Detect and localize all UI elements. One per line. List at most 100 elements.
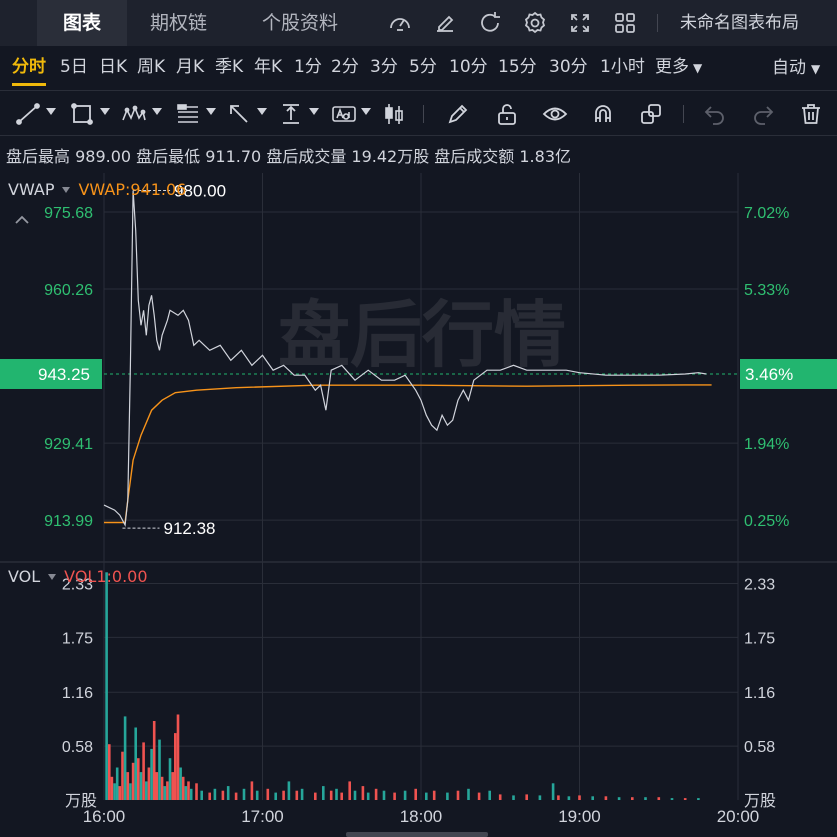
volume-bar: [617, 797, 621, 800]
volume-bar: [274, 792, 277, 800]
volume-bar: [187, 781, 190, 800]
volume-bar: [670, 798, 674, 800]
volume-bar: [137, 758, 140, 800]
volume-bar: [366, 792, 370, 800]
volume-bar: [134, 727, 137, 800]
volume-bar: [432, 790, 436, 800]
volume-bar: [322, 786, 325, 800]
volume-bar: [174, 733, 177, 800]
volume-legend[interactable]: VOL VOL1:0.00: [8, 567, 148, 586]
volume-bar: [110, 776, 114, 800]
watermark-text: 盘后行情: [278, 293, 566, 377]
volume-bar: [123, 716, 127, 800]
volume-bar: [213, 788, 217, 800]
volume-tick-label: 1.75: [62, 630, 93, 647]
time-tick-label: 16:00: [83, 807, 126, 826]
volume-bar: [184, 786, 188, 800]
volume-bar: [382, 790, 386, 800]
volume-bar: [129, 783, 132, 800]
collapse-chevron-icon[interactable]: [14, 210, 30, 224]
volume-bar: [374, 788, 378, 800]
volume-bar: [131, 762, 135, 800]
vwap-line: [104, 384, 712, 524]
volume-bar: [657, 797, 661, 800]
price-tick-label: 929.41: [44, 436, 93, 453]
volume-bar: [467, 788, 470, 800]
price-tick-label: 913.99: [44, 513, 93, 530]
volume-tick-label: 1.16: [62, 685, 93, 702]
low-marker-label: 912.38: [163, 519, 215, 538]
current-pct-label: 3.46%: [745, 365, 793, 384]
volume-bar: [234, 792, 238, 800]
volume-bar: [314, 792, 317, 800]
volume-bar: [446, 792, 449, 800]
volume-bar: [683, 798, 687, 800]
volume-bar: [208, 792, 211, 800]
price-tick-label: 960.26: [44, 282, 93, 299]
time-tick-label: 18:00: [400, 807, 443, 826]
current-price-label: 943.25: [38, 365, 90, 384]
volume-bar: [525, 794, 528, 800]
volume-tick-label-right: 0.58: [744, 739, 775, 756]
indicator-name: VOL: [8, 567, 41, 586]
vwap-legend[interactable]: VWAP VWAP:941.06: [8, 180, 186, 199]
volume-bar: [498, 794, 502, 800]
percent-tick-label: 0.25%: [744, 513, 789, 530]
volume-bar: [578, 795, 581, 800]
volume-bar: [160, 776, 164, 800]
volume-bar: [282, 790, 285, 800]
volume-bar: [168, 758, 172, 800]
time-tick-label: 17:00: [241, 807, 284, 826]
volume-bar: [108, 744, 111, 800]
volume-bar: [147, 767, 151, 800]
volume-bar: [538, 795, 542, 800]
volume-bar: [591, 796, 594, 800]
volume-tick-label: 0.58: [62, 739, 93, 756]
volume-bar: [113, 783, 116, 800]
volume-bar: [266, 788, 270, 800]
volume-bar: [166, 781, 169, 800]
scroll-handle[interactable]: [346, 832, 488, 837]
volume-bar: [340, 792, 343, 800]
volume-bar: [121, 751, 124, 800]
volume-bar: [139, 772, 143, 800]
volume-bar: [145, 781, 148, 800]
percent-tick-label: 7.02%: [744, 205, 789, 222]
volume-bar: [488, 790, 491, 800]
volume-bar: [295, 790, 299, 800]
volume-bar: [200, 790, 203, 800]
volume-bar: [250, 781, 254, 800]
volume-bar: [105, 572, 108, 800]
volume-bar: [255, 790, 259, 800]
volume-bar: [163, 786, 167, 800]
volume-bar: [221, 790, 225, 800]
volume-bar: [155, 772, 159, 800]
volume-bar: [335, 788, 338, 800]
volume-bar: [158, 739, 161, 800]
volume-bar: [393, 792, 396, 800]
volume-bar: [300, 788, 304, 800]
volume-bar: [644, 797, 647, 800]
volume-bar: [567, 796, 571, 800]
caret-down-icon[interactable]: [48, 574, 57, 580]
chart-area[interactable]: 975.68 7.02% 960.26 5.33% 929.41 1.94% 913.99 0…: [0, 0, 837, 837]
volume-tick-label-right: 1.16: [744, 685, 775, 702]
volume-bar: [604, 796, 608, 800]
percent-tick-label: 1.94%: [744, 436, 789, 453]
volume-bar: [126, 772, 130, 800]
volume-bar: [361, 786, 365, 800]
vwap-value: VWAP:941.06: [78, 180, 187, 199]
volume-bar: [152, 721, 156, 800]
time-tick-label: 20:00: [717, 807, 760, 826]
caret-down-icon[interactable]: [62, 187, 71, 193]
volume-bar: [118, 786, 122, 800]
volume-bar: [242, 788, 246, 800]
volume-bar: [142, 742, 145, 800]
percent-tick-label: 5.33%: [744, 282, 789, 299]
volume-bar: [512, 795, 515, 800]
volume-bar: [181, 776, 185, 800]
volume-value: VOL1:0.00: [64, 567, 148, 586]
volume-bar: [287, 781, 291, 800]
volume-tick-label-right: 1.75: [744, 630, 775, 647]
volume-bar: [403, 790, 407, 800]
